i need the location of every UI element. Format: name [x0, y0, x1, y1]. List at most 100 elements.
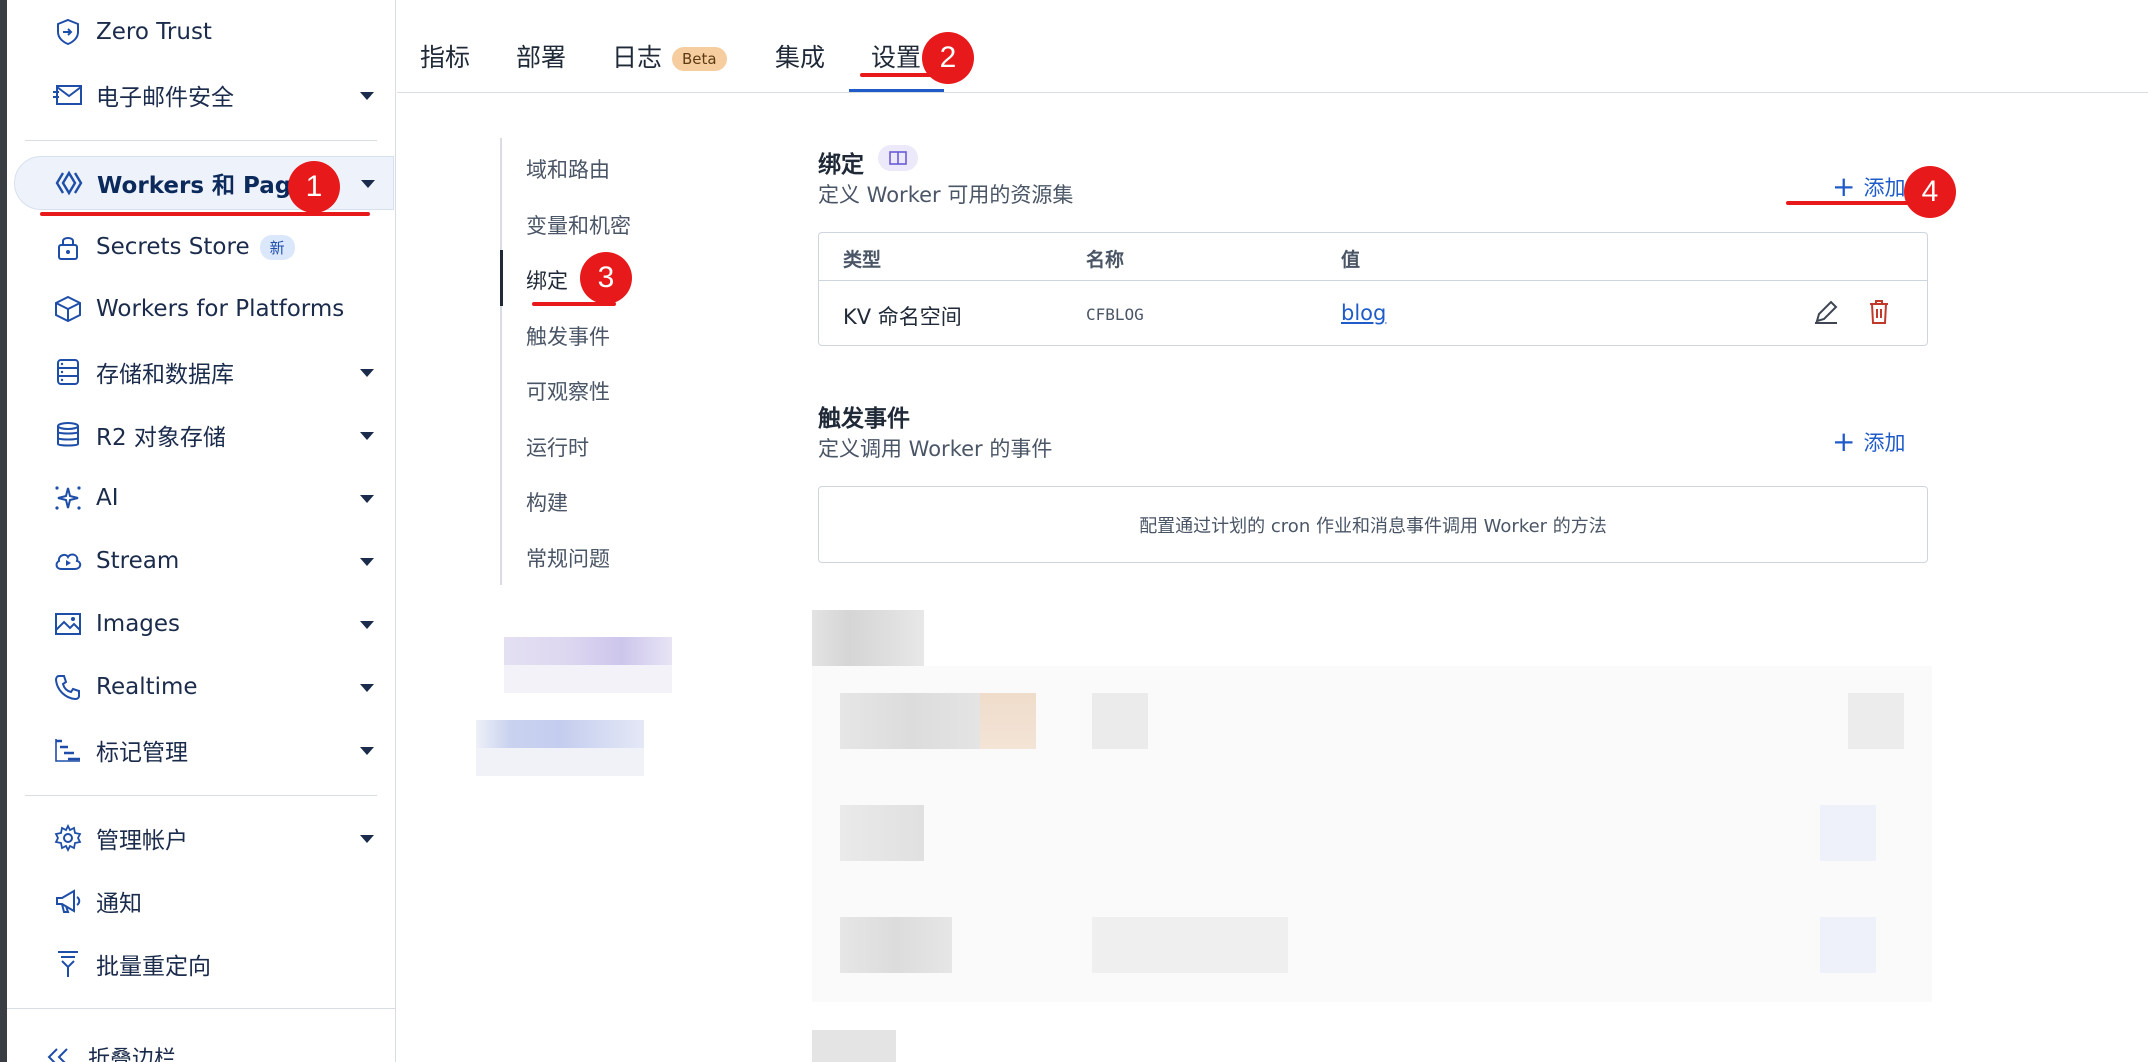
sidebar-item-label: Workers 和 Pages: [97, 173, 321, 199]
cell-value-link[interactable]: blog: [1341, 301, 1386, 325]
workers-icon: [39, 156, 99, 210]
database-icon: [38, 408, 98, 462]
sidebar-item-r2[interactable]: R2 对象存储: [14, 408, 394, 462]
sidebar-item-ai[interactable]: AI: [14, 471, 394, 525]
redacted-block: [1092, 917, 1288, 973]
annotation-marker-3: 3: [580, 252, 632, 304]
subnav-active-indicator: [500, 250, 503, 306]
sidebar-item-label: 管理帐户: [96, 828, 188, 854]
chevron-down-icon[interactable]: [360, 432, 374, 440]
chevron-down-icon[interactable]: [360, 558, 374, 566]
subnav-general[interactable]: 常规问题: [526, 543, 610, 573]
zero-trust-icon: [38, 5, 98, 59]
redacted-block: [980, 693, 1036, 749]
tab-deployments[interactable]: 部署: [516, 38, 566, 74]
sidebar-item-zero-trust[interactable]: Zero Trust: [14, 5, 394, 59]
redacted-block: [1820, 805, 1876, 861]
redacted-block: [504, 637, 672, 665]
storage-icon: [38, 345, 98, 399]
sidebar-item-notifications[interactable]: 通知: [14, 874, 394, 928]
redacted-block: [476, 720, 644, 748]
chevron-down-icon[interactable]: [360, 369, 374, 377]
subnav-bindings[interactable]: 绑定: [526, 265, 568, 295]
chevron-down-icon[interactable]: [360, 495, 374, 503]
subnav-triggers[interactable]: 触发事件: [526, 321, 610, 351]
bindings-description: 定义 Worker 可用的资源集: [818, 183, 1074, 207]
tab-settings[interactable]: 设置: [871, 38, 921, 74]
sidebar-item-label: Realtime: [96, 674, 198, 700]
subnav-domains-routes[interactable]: 域和路由: [526, 154, 610, 184]
tab-integrations[interactable]: 集成: [775, 38, 825, 74]
chevron-down-icon[interactable]: [360, 747, 374, 755]
double-chevron-left-icon: [28, 1030, 88, 1062]
redacted-block: [812, 1030, 896, 1062]
stream-icon: [38, 534, 98, 588]
sidebar-divider: [25, 795, 377, 796]
chevron-down-icon[interactable]: [360, 835, 374, 843]
sidebar-item-manage-account[interactable]: 管理帐户: [14, 811, 394, 865]
redacted-block: [1820, 917, 1876, 973]
sparkle-icon: [38, 471, 98, 525]
delete-icon[interactable]: [1868, 299, 1890, 329]
bindings-table: 类型 名称 值 KV 命名空间 CFBLOG blog: [818, 232, 1928, 346]
table-header: 类型 名称 值: [819, 233, 1927, 281]
subnav-observability[interactable]: 可观察性: [526, 376, 610, 406]
sidebar-item-label: 标记管理: [96, 740, 188, 766]
sidebar-item-images[interactable]: Images: [14, 597, 394, 651]
plus-icon: +: [1832, 425, 1856, 458]
chevron-down-icon[interactable]: [360, 92, 374, 100]
sidebar: Zero Trust 电子邮件安全 Workers 和 Pages Secret…: [0, 0, 396, 1062]
cell-type: KV 命名空间: [843, 305, 962, 329]
sidebar-item-tag-management[interactable]: 标记管理: [14, 723, 394, 777]
chevron-down-icon[interactable]: [361, 180, 375, 188]
triggers-title: 触发事件: [818, 406, 910, 432]
sidebar-item-label: Secrets Store 新: [96, 234, 295, 260]
add-binding-button[interactable]: + 添加: [1832, 172, 1905, 202]
tab-metrics[interactable]: 指标: [420, 38, 470, 74]
annotation-underline-4: [1786, 201, 1910, 205]
lock-icon: [38, 220, 98, 274]
cell-name: CFBLOG: [1086, 305, 1144, 324]
redacted-block: [840, 917, 952, 973]
edit-icon[interactable]: [1813, 299, 1839, 329]
subnav-variables-secrets[interactable]: 变量和机密: [526, 210, 631, 240]
add-trigger-button[interactable]: + 添加: [1832, 427, 1905, 457]
redacted-block: [1848, 693, 1904, 749]
sidebar-item-storage-databases[interactable]: 存储和数据库: [14, 345, 394, 399]
gear-icon: [38, 811, 98, 865]
redacted-block: [504, 665, 672, 693]
sidebar-item-workers-for-platforms[interactable]: Workers for Platforms: [14, 282, 394, 336]
docs-icon[interactable]: [878, 145, 918, 171]
redacted-block: [812, 610, 924, 666]
sidebar-divider: [25, 140, 377, 141]
annotation-marker-1: 1: [288, 161, 340, 213]
annotation-underline-1: [40, 212, 370, 216]
sidebar-item-secrets-store[interactable]: Secrets Store 新: [14, 220, 394, 274]
tab-logs[interactable]: 日志 Beta: [612, 38, 727, 74]
sidebar-item-email-security[interactable]: 电子邮件安全: [14, 68, 394, 122]
tag-manager-icon: [38, 723, 98, 777]
phone-icon: [38, 660, 98, 714]
settings-subnav: 域和路由 变量和机密 绑定 触发事件 可观察性 运行时 构建 常规问题 3: [500, 138, 720, 585]
sidebar-item-bulk-redirects[interactable]: 批量重定向: [14, 937, 394, 991]
top-tabs: 指标 部署 日志 Beta 集成 设置 2: [397, 0, 2148, 93]
column-header-type: 类型: [843, 249, 882, 271]
sidebar-item-stream[interactable]: Stream: [14, 534, 394, 588]
redacted-block: [476, 748, 644, 776]
chevron-down-icon[interactable]: [360, 684, 374, 692]
chevron-down-icon[interactable]: [360, 621, 374, 629]
annotation-marker-4: 4: [1904, 166, 1956, 218]
secrets-store-label: Secrets Store: [96, 234, 250, 260]
column-header-name: 名称: [1086, 249, 1125, 271]
subnav-build[interactable]: 构建: [526, 487, 568, 517]
subnav-runtime[interactable]: 运行时: [526, 432, 589, 462]
sidebar-item-realtime[interactable]: Realtime: [14, 660, 394, 714]
collapse-sidebar-button[interactable]: 折叠边栏: [14, 1030, 394, 1062]
megaphone-icon: [38, 874, 98, 928]
tab-logs-label: 日志: [612, 43, 663, 72]
triggers-description: 定义调用 Worker 的事件: [818, 437, 1053, 461]
add-trigger-label: 添加: [1863, 431, 1906, 455]
sidebar-item-label: Zero Trust: [96, 19, 212, 45]
triggers-empty-text: 配置通过计划的 cron 作业和消息事件调用 Worker 的方法: [1139, 515, 1607, 537]
new-badge: 新: [259, 235, 295, 260]
